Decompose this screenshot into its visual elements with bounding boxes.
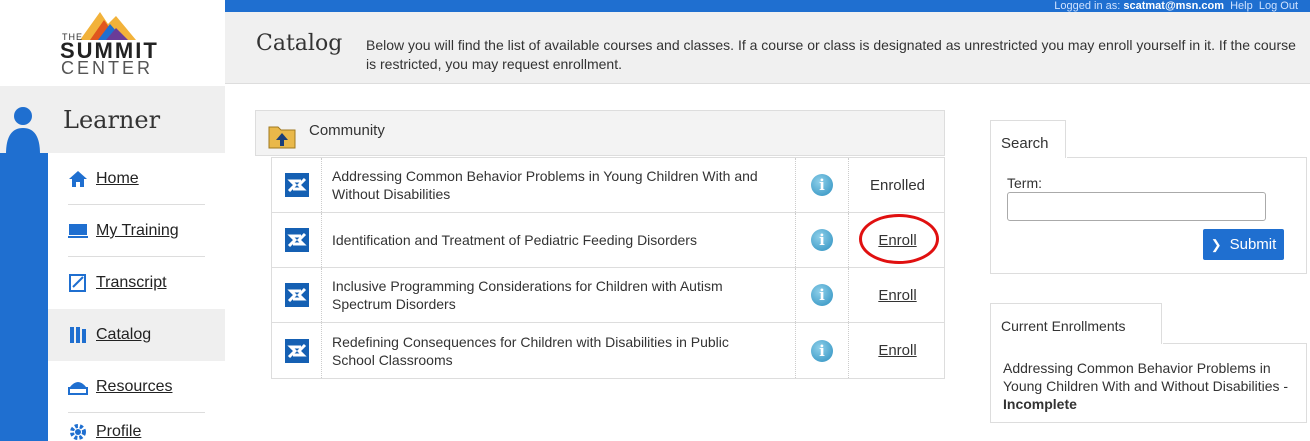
course-icon <box>284 173 309 197</box>
table-row: Identification and Treatment of Pediatri… <box>272 213 944 268</box>
info-icon[interactable]: i <box>811 174 833 196</box>
catalog-icon <box>68 326 88 344</box>
sidebar-item-home[interactable]: Home <box>48 153 225 205</box>
logo-center: CENTER <box>61 58 154 78</box>
sidebar-item-label: Home <box>96 170 139 187</box>
sidebar-item-label: Transcript <box>96 274 167 291</box>
course-title[interactable]: Inclusive Programming Considerations for… <box>322 268 796 322</box>
sidebar-item-transcript[interactable]: Transcript <box>48 257 225 309</box>
info-icon[interactable]: i <box>811 339 833 362</box>
course-title[interactable]: Addressing Common Behavior Problems in Y… <box>322 158 796 212</box>
sidebar-item-my-training[interactable]: My Training <box>48 205 225 257</box>
gear-icon <box>68 423 88 441</box>
submit-label: Submit <box>1229 236 1277 253</box>
logged-in-prefix: Logged in as: <box>1054 0 1124 12</box>
catalog-group-title: Community <box>309 122 385 139</box>
help-link[interactable]: Help <box>1230 0 1253 12</box>
page-title: Catalog <box>256 31 343 56</box>
logout-link[interactable]: Log Out <box>1259 0 1298 12</box>
transcript-icon <box>68 274 88 292</box>
enrollment-status: Enrolled <box>869 176 926 194</box>
learner-section: Learner <box>0 86 225 154</box>
term-label: Term: <box>1007 175 1042 191</box>
sidebar-item-label: Profile <box>96 423 142 440</box>
enrollments-tab[interactable]: Current Enrollments <box>990 303 1162 344</box>
enrollment-status-badge: Incomplete <box>1003 396 1077 412</box>
enroll-link[interactable]: Enroll <box>878 287 916 304</box>
catalog-group-header[interactable]: Community <box>255 110 945 156</box>
chevron-right-icon: ❯ <box>1210 236 1222 252</box>
table-row: Inclusive Programming Considerations for… <box>272 268 944 323</box>
sidebar-item-profile[interactable]: Profile <box>48 413 225 441</box>
enroll-link[interactable]: Enroll <box>878 342 916 359</box>
course-icon <box>284 283 309 307</box>
page-header: Catalog Below you will find the list of … <box>225 12 1310 84</box>
course-icon <box>284 228 309 252</box>
highlight-circle <box>859 214 939 264</box>
table-row: Redefining Consequences for Children wit… <box>272 323 944 378</box>
search-panel: Term: ❯ Submit <box>990 157 1307 274</box>
info-icon[interactable]: i <box>811 284 833 306</box>
course-icon <box>284 338 309 363</box>
course-table: Addressing Common Behavior Problems in Y… <box>271 157 945 379</box>
logged-in-user: scatmat@msn.com <box>1123 0 1224 12</box>
submit-button[interactable]: ❯ Submit <box>1203 229 1284 260</box>
monitor-icon <box>68 222 88 240</box>
enrollment-item[interactable]: Addressing Common Behavior Problems in Y… <box>1003 360 1288 394</box>
logo: THE SUMMIT CENTER <box>0 0 225 86</box>
page-description: Below you will find the list of availabl… <box>366 37 1296 72</box>
sidebar-item-resources[interactable]: Resources <box>48 361 225 413</box>
home-icon <box>68 170 88 188</box>
person-icon <box>6 107 40 154</box>
course-title[interactable]: Redefining Consequences for Children wit… <box>322 323 796 378</box>
top-bar: Logged in as: scatmat@msn.com Help Log O… <box>225 0 1310 12</box>
sidebar-item-catalog[interactable]: Catalog <box>48 309 225 361</box>
sidebar-item-label: Catalog <box>96 326 152 343</box>
sidebar-item-label: Resources <box>96 378 173 395</box>
search-tab[interactable]: Search <box>990 120 1066 158</box>
section-title: Learner <box>63 106 161 134</box>
table-row: Addressing Common Behavior Problems in Y… <box>272 158 944 213</box>
nav-rail <box>0 153 48 441</box>
resources-icon <box>68 378 88 396</box>
folder-up-icon <box>268 126 296 149</box>
sidebar-item-label: My Training <box>96 222 179 239</box>
info-icon[interactable]: i <box>811 229 833 251</box>
course-title[interactable]: Identification and Treatment of Pediatri… <box>322 213 796 267</box>
enrollments-panel: Addressing Common Behavior Problems in Y… <box>990 343 1307 423</box>
search-input[interactable] <box>1007 192 1266 221</box>
